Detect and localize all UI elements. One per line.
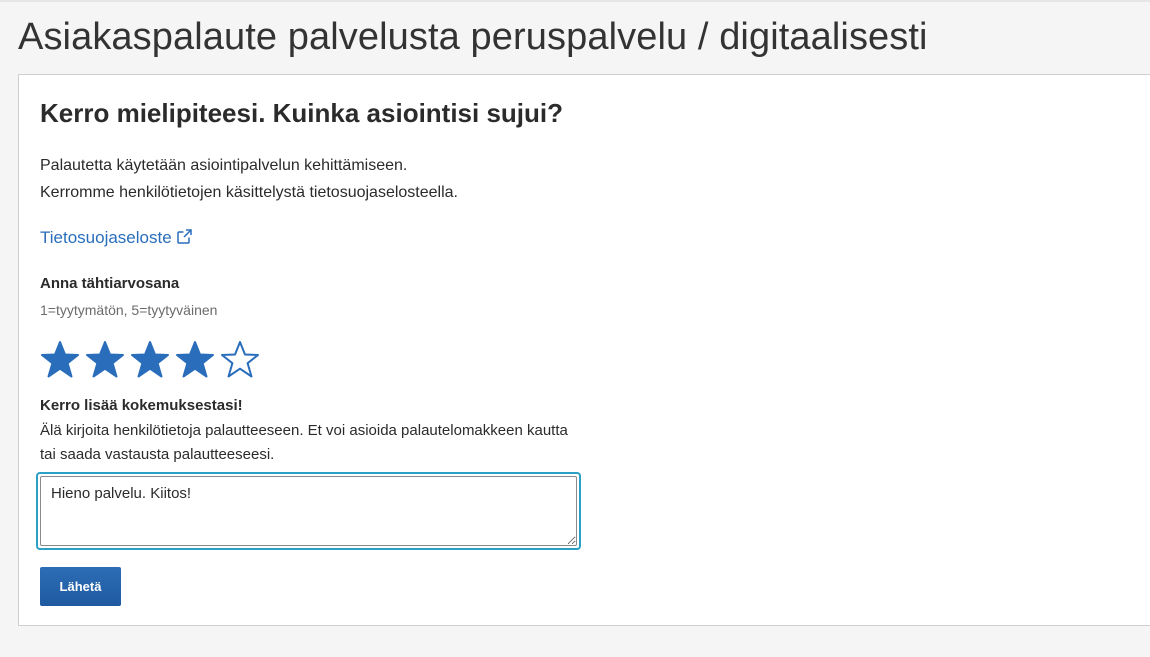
feedback-textarea-focus-ring	[36, 472, 581, 550]
submit-button[interactable]: Lähetä	[40, 567, 121, 606]
rating-label: Anna tähtiarvosana	[40, 275, 180, 292]
feedback-textarea[interactable]	[40, 476, 577, 546]
star-1[interactable]	[38, 339, 82, 379]
star-2[interactable]	[83, 339, 127, 379]
external-link-icon	[176, 228, 192, 244]
privacy-link-label: Tietosuojaseloste	[40, 228, 172, 247]
privacy-policy-link[interactable]: Tietosuojaseloste	[40, 226, 193, 250]
intro-text: Palautetta käytetään asiointipalvelun ke…	[40, 152, 458, 206]
top-divider	[0, 0, 1150, 2]
form-heading: Kerro mielipiteesi. Kuinka asiointisi su…	[40, 98, 564, 128]
star-3[interactable]	[128, 339, 172, 379]
intro-line: Palautetta käytetään asiointipalvelun ke…	[40, 157, 408, 174]
experience-hint-line: Älä kirjoita henkilötietoja palautteesee…	[40, 422, 568, 439]
star-4[interactable]	[173, 339, 217, 379]
intro-line: Kerromme henkilötietojen käsittelystä ti…	[40, 184, 458, 201]
star-rating	[38, 339, 262, 379]
feedback-card: Kerro mielipiteesi. Kuinka asiointisi su…	[18, 74, 1150, 626]
experience-hint-line: tai saada vastausta palautteeseesi.	[40, 446, 275, 463]
rating-hint: 1=tyytymätön, 5=tyytyväinen	[40, 302, 218, 318]
experience-label: Kerro lisää kokemuksestasi!	[40, 397, 243, 414]
page-title: Asiakaspalaute palvelusta peruspalvelu /…	[18, 16, 928, 58]
experience-hint: Älä kirjoita henkilötietoja palautteesee…	[40, 419, 600, 467]
star-5[interactable]	[218, 339, 262, 379]
